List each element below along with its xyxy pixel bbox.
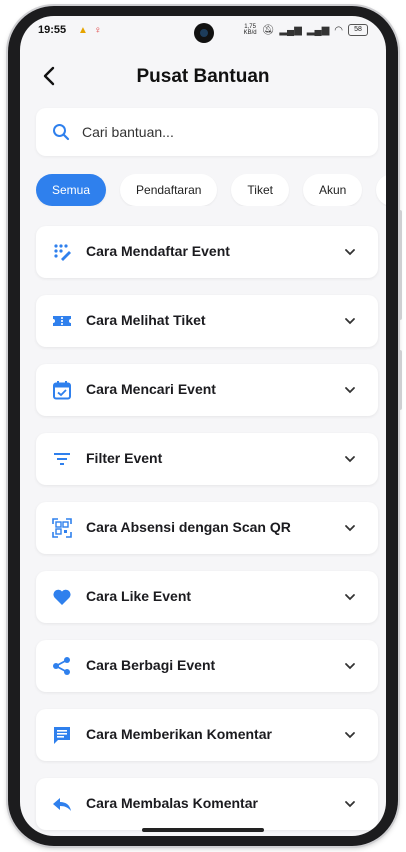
- faq-label: Cara Memberikan Komentar: [86, 726, 272, 742]
- chip-semua[interactable]: Semua: [36, 174, 107, 206]
- screen: 19:55 ▲ ♀ 1,75 KB/d 🔕︎ ▂▄▆ ▂▄▆ ◠ 58 Pusa…: [20, 16, 386, 836]
- faq-label: Cara Mencari Event: [86, 381, 216, 397]
- signal-icon: ▂▄▆: [279, 24, 302, 36]
- faq-item[interactable]: Cara Membalas Komentar: [36, 778, 378, 830]
- chip-pendaftaran[interactable]: Pendaftaran: [120, 174, 218, 206]
- faq-item[interactable]: Filter Event: [36, 433, 378, 485]
- reply-icon: [53, 798, 71, 811]
- chevron-down-icon: [345, 801, 355, 808]
- faq-item[interactable]: Cara Melihat Tiket: [36, 295, 378, 347]
- home-indicator[interactable]: [142, 828, 264, 832]
- chevron-down-icon: [345, 594, 355, 601]
- chevron-down-icon: [345, 387, 355, 394]
- heart-icon: [53, 589, 71, 605]
- net-speed-unit: KB/d: [243, 30, 257, 36]
- faq-item[interactable]: Cara Mendaftar Event: [36, 226, 378, 278]
- mute-icon: 🔕︎: [261, 24, 275, 36]
- power-button: [398, 350, 402, 410]
- app-header: Pusat Bantuan: [20, 52, 386, 102]
- faq-label: Cara Like Event: [86, 588, 192, 604]
- search-icon: [53, 124, 70, 141]
- comment-icon: [54, 727, 70, 744]
- chevron-down-icon: [345, 732, 355, 739]
- faq-label: Cara Melihat Tiket: [86, 312, 206, 328]
- faq-item[interactable]: Cara Memberikan Komentar: [36, 709, 378, 761]
- faq-label: Filter Event: [86, 450, 163, 466]
- register-icon: [54, 244, 71, 261]
- battery-icon: 58: [348, 24, 368, 36]
- chevron-down-icon: [345, 525, 355, 532]
- wifi-icon: ◠: [334, 24, 343, 36]
- faq-item[interactable]: Cara Berbagi Event: [36, 640, 378, 692]
- notification-icon: ♀: [94, 25, 102, 36]
- faq-item[interactable]: Cara Like Event: [36, 571, 378, 623]
- chevron-down-icon: [345, 249, 355, 256]
- faq-label: Cara Absensi dengan Scan QR: [86, 519, 291, 535]
- faq-list: Cara Mendaftar Event Cara Melihat Tiket …: [36, 226, 378, 836]
- faq-label: Cara Mendaftar Event: [86, 243, 230, 259]
- chevron-down-icon: [345, 663, 355, 670]
- status-time: 19:55: [38, 24, 67, 36]
- status-icons: 1,75 KB/d 🔕︎ ▂▄▆ ▂▄▆ ◠ 58: [244, 24, 368, 36]
- drive-icon: ▲: [78, 25, 88, 36]
- faq-item[interactable]: Cara Absensi dengan Scan QR: [36, 502, 378, 554]
- page-title: Pusat Bantuan: [136, 66, 270, 87]
- faq-item[interactable]: Cara Mencari Event: [36, 364, 378, 416]
- front-camera: [194, 23, 214, 43]
- search-bar[interactable]: [36, 108, 378, 156]
- qr-scan-icon: [52, 518, 72, 538]
- chip-akun[interactable]: Akun: [302, 174, 363, 206]
- volume-button: [398, 210, 402, 320]
- signal-icon-2: ▂▄▆: [306, 24, 330, 36]
- ticket-icon: [53, 316, 71, 326]
- chevron-down-icon: [345, 456, 355, 463]
- search-input[interactable]: [80, 123, 364, 141]
- category-chips: Semua Pendaftaran Tiket Akun E: [36, 174, 386, 206]
- faq-label: Cara Membalas Komentar: [86, 795, 258, 811]
- chip-tiket[interactable]: Tiket: [231, 174, 289, 206]
- calendar-check-icon: [53, 381, 71, 400]
- chevron-down-icon: [345, 318, 355, 325]
- status-bar: 19:55 ▲ ♀ 1,75 KB/d 🔕︎ ▂▄▆ ▂▄▆ ◠ 58: [20, 16, 386, 50]
- chip-event[interactable]: E: [376, 174, 386, 206]
- share-icon: [53, 657, 70, 675]
- filter-icon: [54, 453, 70, 465]
- faq-label: Cara Berbagi Event: [86, 657, 216, 673]
- net-speed: 1,75 KB/d: [244, 24, 257, 36]
